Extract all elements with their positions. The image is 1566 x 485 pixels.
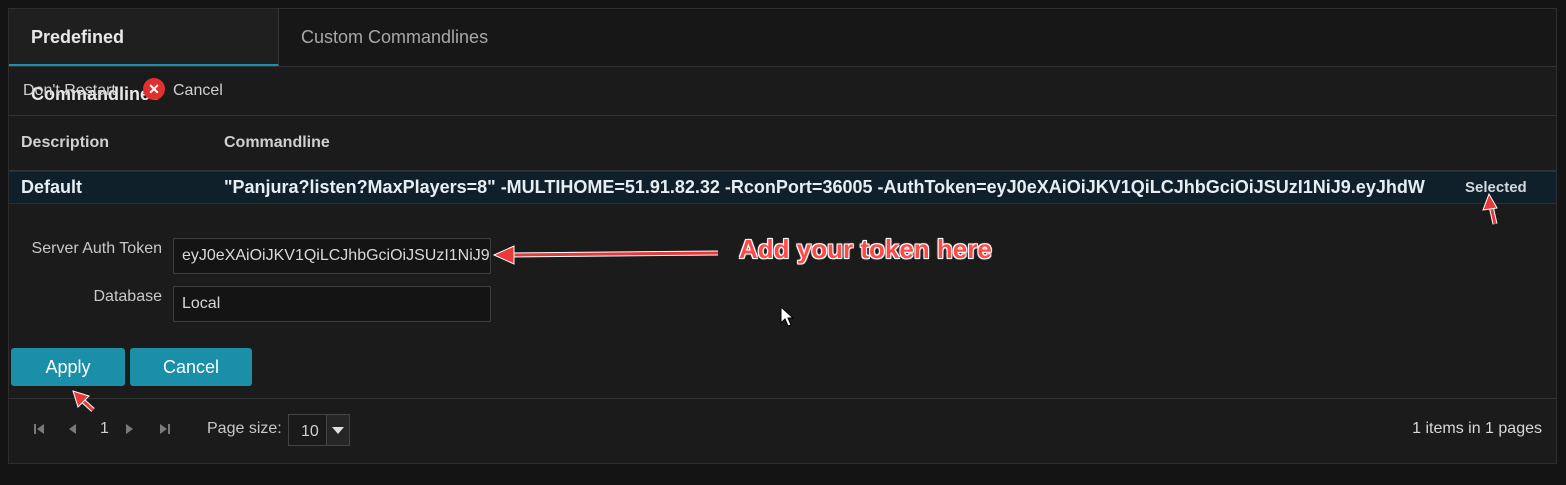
table-row[interactable]: Default "Panjura?listen?MaxPlayers=8" -M… bbox=[9, 171, 1556, 204]
tab-custom-commandlines[interactable]: Custom Commandlines bbox=[279, 9, 510, 66]
grid-header: Description Commandline bbox=[9, 116, 1556, 171]
page-size-select[interactable]: 10 bbox=[288, 414, 350, 446]
pager-info: 1 items in 1 pages bbox=[1412, 420, 1542, 437]
cancel-button[interactable]: Cancel bbox=[130, 348, 252, 386]
page-size-value: 10 bbox=[301, 423, 319, 440]
row-commandline: "Panjura?listen?MaxPlayers=8" -MULTIHOME… bbox=[224, 177, 1425, 197]
toolbar: Don't Restart ✕ Cancel bbox=[9, 67, 1556, 116]
pager: 1 Page size: 10 1 items in 1 pages bbox=[9, 398, 1556, 465]
first-page-icon[interactable] bbox=[33, 399, 45, 459]
column-header-commandline[interactable]: Commandline bbox=[224, 116, 330, 170]
auth-token-label: Server Auth Token bbox=[31, 240, 162, 257]
selected-badge: Selected bbox=[1465, 179, 1527, 196]
database-label: Database bbox=[93, 288, 163, 305]
toolbar-cancel-button[interactable]: ✕ Cancel bbox=[143, 67, 223, 115]
toolbar-cancel-label: Cancel bbox=[173, 82, 223, 99]
prev-page-icon[interactable] bbox=[67, 399, 77, 459]
auth-token-input[interactable]: eyJ0eXAiOiJKV1QiLCJhbGciOiJSUzI1NiJ9.e bbox=[173, 238, 491, 274]
last-page-icon[interactable] bbox=[159, 399, 171, 459]
row-description: Default bbox=[21, 177, 83, 197]
close-circle-icon: ✕ bbox=[143, 77, 165, 100]
next-page-icon[interactable] bbox=[125, 399, 135, 459]
tab-bar: Predefined Commandlines Custom Commandli… bbox=[9, 9, 1556, 104]
page-size-label: Page size: bbox=[207, 420, 282, 437]
dont-restart-button[interactable]: Don't Restart bbox=[23, 67, 116, 115]
tab-predefined-commandlines[interactable]: Predefined Commandlines bbox=[9, 9, 279, 104]
column-header-description[interactable]: Description bbox=[21, 116, 109, 170]
chevron-down-icon[interactable] bbox=[326, 415, 349, 445]
apply-button[interactable]: Apply bbox=[11, 348, 125, 386]
database-input[interactable]: Local bbox=[173, 286, 491, 322]
annotation-text: Add your token here bbox=[739, 234, 992, 264]
page-number[interactable]: 1 bbox=[100, 399, 109, 459]
